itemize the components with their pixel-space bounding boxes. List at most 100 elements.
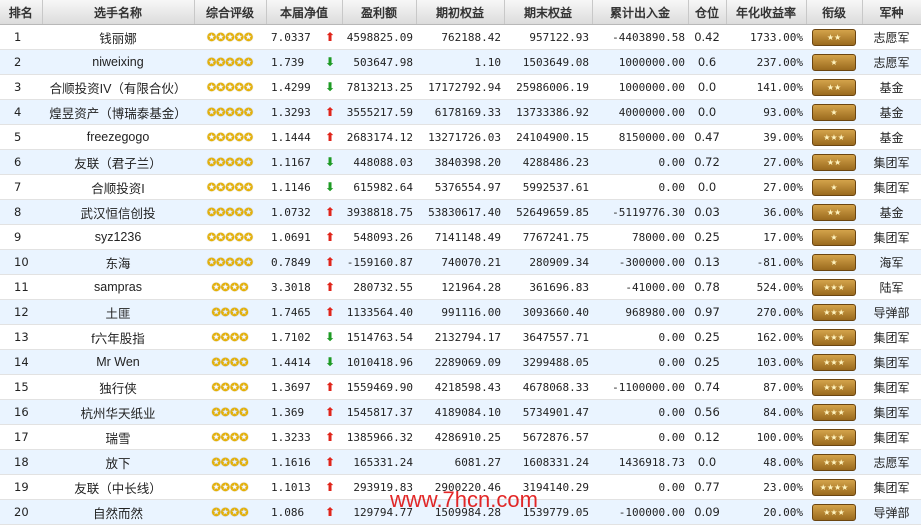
player-name-link[interactable]: niweixing <box>42 49 194 75</box>
player-name-link[interactable]: f六年股指 <box>42 324 194 350</box>
header-start-equity[interactable]: 期初权益 <box>416 0 505 25</box>
end-equity-cell: 957122.93 <box>504 24 592 50</box>
player-name-link[interactable]: 东海 <box>42 249 194 275</box>
header-army[interactable]: 军种 <box>862 0 921 25</box>
player-name-link[interactable]: Mr Wen <box>42 349 194 375</box>
player-name-link[interactable]: freezegogo <box>42 124 194 150</box>
rank-cell: 19 <box>0 474 42 500</box>
net-value-cell: 1.7102 ⬇ <box>266 324 342 350</box>
net-value: 1.1616 <box>271 456 311 469</box>
player-name-link[interactable]: 友联（中长线） <box>42 474 194 500</box>
cumulative-flow-cell: -4403890.58 <box>592 24 688 50</box>
military-rank-cell: ★★★★ <box>806 474 862 500</box>
annual-return-cell: 93.00% <box>726 99 806 125</box>
table-row[interactable]: 7 合顺投资I ✪✪✪✪✪ 1.1146 ⬇ 615982.64 5376554.97 599… <box>0 174 921 200</box>
trend-up-arrow-icon: ⬆ <box>324 280 336 294</box>
player-name-link[interactable]: 煌昱资产（博瑞泰基金） <box>42 99 194 125</box>
net-value-cell: 0.7849 ⬆ <box>266 249 342 275</box>
table-row[interactable]: 13 f六年股指 ✪✪✪✪ 1.7102 ⬇ 1514763.54 2132794.17 36… <box>0 324 921 350</box>
net-value-cell: 3.3018 ⬆ <box>266 274 342 300</box>
position-cell: 0.25 <box>688 224 726 250</box>
army-cell: 集团军 <box>862 224 921 250</box>
end-equity-cell: 5734901.47 <box>504 399 592 425</box>
table-row[interactable]: 12 土匪 ✪✪✪✪ 1.7465 ⬆ 1133564.40 991116.00 309366… <box>0 299 921 325</box>
end-equity-cell: 24104900.15 <box>504 124 592 150</box>
table-row[interactable]: 4 煌昱资产（博瑞泰基金） ✪✪✪✪✪ 1.3293 ⬆ 3555217.59 617816… <box>0 99 921 125</box>
military-rank-cell: ★★★ <box>806 424 862 450</box>
trend-up-arrow-icon: ⬆ <box>324 405 336 419</box>
rating-cell: ✪✪✪✪✪ <box>194 224 266 250</box>
table-row[interactable]: 18 放下 ✪✪✪✪ 1.1616 ⬆ 165331.24 6081.27 1608331.2… <box>0 449 921 475</box>
player-name-link[interactable]: 合顺投资I <box>42 174 194 200</box>
header-profit[interactable]: 盈利额 <box>342 0 417 25</box>
position-cell: 0.72 <box>688 149 726 175</box>
header-cumulative-flow[interactable]: 累计出入金 <box>592 0 689 25</box>
table-row[interactable]: 5 freezegogo ✪✪✪✪✪ 1.1444 ⬆ 2683174.12 1327172… <box>0 124 921 150</box>
player-name-link[interactable]: 土匪 <box>42 299 194 325</box>
player-name-link[interactable]: 放下 <box>42 449 194 475</box>
table-row[interactable]: 3 合顺投资IV（有限合伙） ✪✪✪✪✪ 1.4299 ⬇ 7813213.25 17172… <box>0 74 921 100</box>
end-equity-cell: 5992537.61 <box>504 174 592 200</box>
header-military-rank[interactable]: 衔级 <box>806 0 863 25</box>
start-equity-cell: 7141148.49 <box>416 224 504 250</box>
rank-cell: 8 <box>0 199 42 225</box>
player-name-link[interactable]: 瑞雪 <box>42 424 194 450</box>
rank-cell: 9 <box>0 224 42 250</box>
player-name-link[interactable]: sampras <box>42 274 194 300</box>
table-row[interactable]: 6 友联（君子兰） ✪✪✪✪✪ 1.1167 ⬇ 448088.03 3840398.20 4… <box>0 149 921 175</box>
military-rank-badge-icon: ★★★ <box>812 378 856 396</box>
rank-cell: 11 <box>0 274 42 300</box>
military-rank-cell: ★★★ <box>806 349 862 375</box>
net-value: 1.086 <box>271 506 305 519</box>
cumulative-flow-cell: 1436918.73 <box>592 449 688 475</box>
rating-stars-icon: ✪✪✪✪ <box>211 456 249 469</box>
table-row[interactable]: 16 杭州华天纸业 ✪✪✪✪ 1.369 ⬆ 1545817.37 4189084.10 57… <box>0 399 921 425</box>
player-name-link[interactable]: 独行侠 <box>42 374 194 400</box>
profit-cell: 1133564.40 <box>342 299 416 325</box>
table-row[interactable]: 1 钱丽娜 ✪✪✪✪✪ 7.0337 ⬆ 4598825.09 762188.42 95712… <box>0 24 921 50</box>
rating-stars-icon: ✪✪✪✪ <box>211 431 249 444</box>
military-rank-badge-icon: ★ <box>812 178 856 196</box>
header-player-name[interactable]: 选手名称 <box>42 0 195 25</box>
start-equity-cell: 4286910.25 <box>416 424 504 450</box>
header-position[interactable]: 仓位 <box>688 0 727 25</box>
end-equity-cell: 4288486.23 <box>504 149 592 175</box>
header-net-value[interactable]: 本届净值 <box>266 0 343 25</box>
end-equity-cell: 3647557.71 <box>504 324 592 350</box>
player-name-link[interactable]: 武汉恒信创投 <box>42 199 194 225</box>
player-name-link[interactable]: 钱丽娜 <box>42 24 194 50</box>
header-end-equity[interactable]: 期末权益 <box>504 0 593 25</box>
header-rank[interactable]: 排名 <box>0 0 43 25</box>
table-row[interactable]: 10 东海 ✪✪✪✪✪ 0.7849 ⬆ -159160.87 740070.21 28090… <box>0 249 921 275</box>
position-cell: 0.0 <box>688 74 726 100</box>
player-name-link[interactable]: 杭州华天纸业 <box>42 399 194 425</box>
table-row[interactable]: 14 Mr Wen ✪✪✪✪ 1.4414 ⬇ 1010418.96 2289069.09 3… <box>0 349 921 375</box>
rating-stars-icon: ✪✪✪✪ <box>211 381 249 394</box>
player-name-link[interactable]: 友联（君子兰） <box>42 149 194 175</box>
table-row[interactable]: 9 syz1236 ✪✪✪✪✪ 1.0691 ⬆ 548093.26 7141148.49 7… <box>0 224 921 250</box>
rating-stars-icon: ✪✪✪✪ <box>211 406 249 419</box>
rank-cell: 3 <box>0 74 42 100</box>
army-cell: 陆军 <box>862 274 921 300</box>
rating-stars-icon: ✪✪✪✪✪ <box>206 81 254 94</box>
header-annual-return[interactable]: 年化收益率 <box>726 0 807 25</box>
profit-cell: 615982.64 <box>342 174 416 200</box>
table-row[interactable]: 15 独行侠 ✪✪✪✪ 1.3697 ⬆ 1559469.90 4218598.43 4678… <box>0 374 921 400</box>
rank-cell: 18 <box>0 449 42 475</box>
military-rank-badge-icon: ★★ <box>812 203 856 221</box>
table-row[interactable]: 2 niweixing ✪✪✪✪✪ 1.739 ⬇ 503647.98 1.10 150364… <box>0 49 921 75</box>
net-value-cell: 1.0732 ⬆ <box>266 199 342 225</box>
end-equity-cell: 1608331.24 <box>504 449 592 475</box>
table-row[interactable]: 17 瑞雪 ✪✪✪✪ 1.3233 ⬆ 1385966.32 4286910.25 56728… <box>0 424 921 450</box>
net-value-cell: 1.739 ⬇ <box>266 49 342 75</box>
player-name-link[interactable]: 合顺投资IV（有限合伙） <box>42 74 194 100</box>
header-rating[interactable]: 综合评级 <box>194 0 267 25</box>
player-name-link[interactable]: syz1236 <box>42 224 194 250</box>
army-cell: 集团军 <box>862 149 921 175</box>
player-name-link[interactable]: 自然而然 <box>42 499 194 525</box>
rating-cell: ✪✪✪✪ <box>194 274 266 300</box>
position-cell: 0.56 <box>688 399 726 425</box>
table-row[interactable]: 8 武汉恒信创投 ✪✪✪✪✪ 1.0732 ⬆ 3938818.75 53830617.40… <box>0 199 921 225</box>
rank-cell: 4 <box>0 99 42 125</box>
table-row[interactable]: 11 sampras ✪✪✪✪ 3.3018 ⬆ 280732.55 121964.28 36… <box>0 274 921 300</box>
